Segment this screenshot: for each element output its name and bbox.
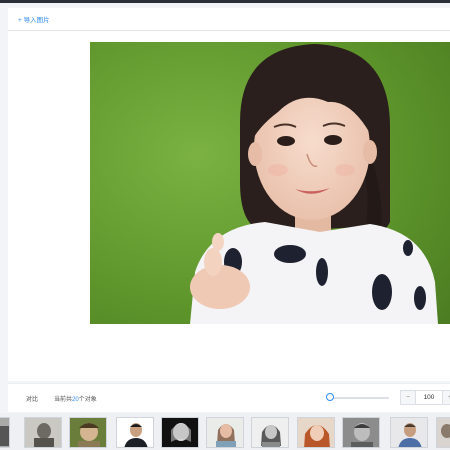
bottom-controls: 对比 当前共20个对象 − 100 +: [8, 383, 450, 412]
zoom-stepper: − 100 +: [400, 390, 450, 405]
child-portrait-image: [90, 42, 450, 324]
thumbnail-dark-portrait[interactable]: [161, 417, 199, 448]
compare-toggle[interactable]: 对比: [26, 394, 38, 403]
object-summary: 当前共20个对象: [54, 394, 97, 403]
object-count: 20: [72, 397, 79, 403]
window-top-bar: [0, 0, 450, 3]
thumbnail-blue-shirt-man[interactable]: [390, 417, 428, 448]
zoom-minus-button[interactable]: −: [401, 391, 415, 404]
zoom-slider-track[interactable]: [333, 397, 389, 399]
thumbnail-strip: [0, 413, 450, 450]
thumbnail-partial-left[interactable]: [0, 417, 10, 448]
summary-suffix: 个对象: [78, 397, 97, 403]
image-canvas: [8, 31, 450, 381]
summary-prefix: 当前共: [54, 397, 73, 403]
zoom-value-input[interactable]: 100: [415, 391, 443, 404]
thumbnail-gray-man[interactable]: [342, 417, 380, 448]
zoom-slider-handle[interactable]: [326, 393, 334, 401]
thumbnail-red-hair-woman[interactable]: [297, 417, 335, 448]
zoom-plus-button[interactable]: +: [443, 391, 450, 404]
thumbnail-smiling-woman[interactable]: [206, 417, 244, 448]
thumbnail-gray-woman[interactable]: [251, 417, 289, 448]
thumbnail-suit-portrait[interactable]: [116, 417, 154, 448]
thumbnail-old-portrait[interactable]: [24, 417, 62, 448]
thumbnail-partial-right[interactable]: [436, 417, 450, 448]
toolbar-header: + 导入图片: [8, 8, 450, 31]
thumbnail-green-portrait[interactable]: [69, 417, 107, 448]
main-photo[interactable]: [90, 42, 450, 324]
import-image-button[interactable]: + 导入图片: [18, 14, 50, 24]
